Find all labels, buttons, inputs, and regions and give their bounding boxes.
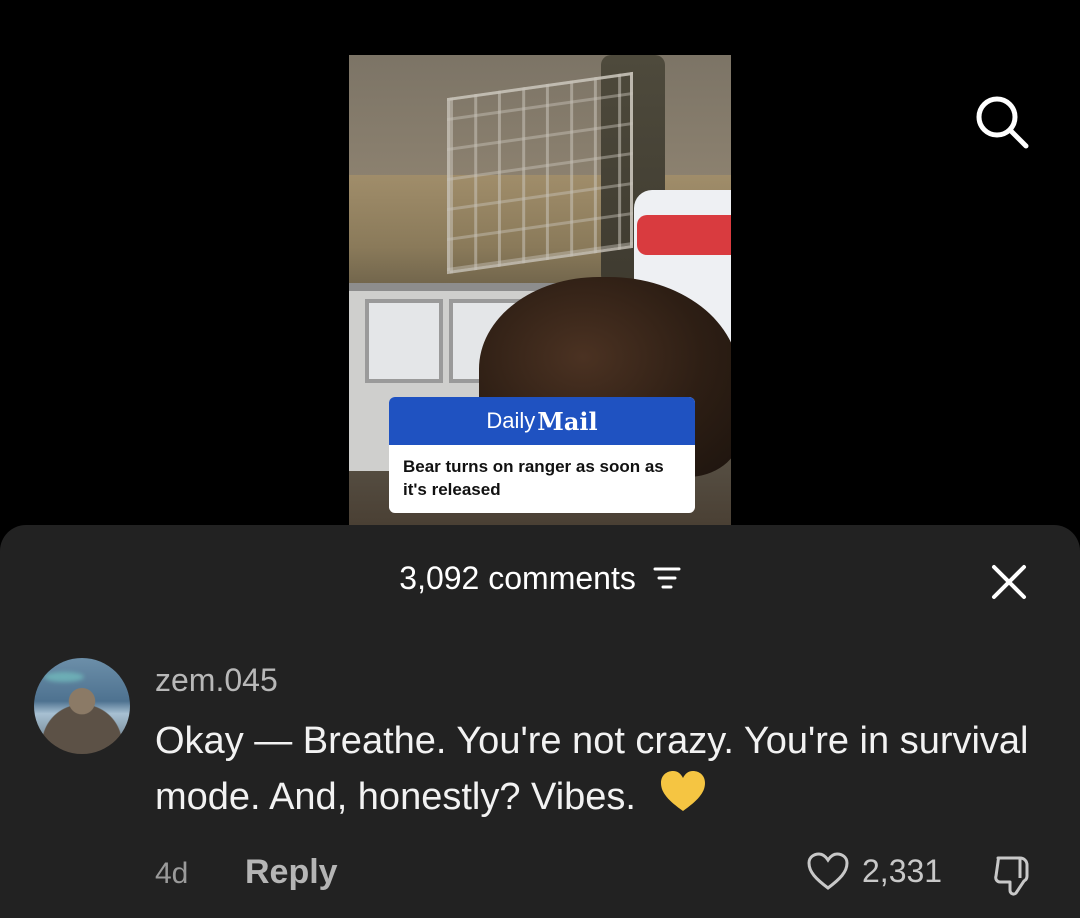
close-button[interactable] <box>990 563 1028 601</box>
cage-graphic <box>447 71 633 275</box>
brand-mail: Mail <box>537 406 598 436</box>
video-preview[interactable]: Daily Mail Bear turns on ranger as soon … <box>349 55 731 525</box>
daily-mail-brand: Daily Mail <box>389 397 695 445</box>
dislike-button[interactable] <box>990 852 1036 898</box>
comment-timestamp: 4d <box>155 857 189 890</box>
filter-icon <box>653 567 681 589</box>
reply-button[interactable]: Reply <box>245 853 338 892</box>
comments-header: 3,092 comments <box>0 560 1080 599</box>
news-caption-text: Bear turns on ranger as soon as it's rel… <box>403 457 664 499</box>
search-icon <box>976 96 1029 149</box>
like-button[interactable]: 2,331 <box>806 851 942 891</box>
brand-daily: Daily <box>486 408 536 433</box>
avatar[interactable] <box>34 658 130 754</box>
comment-text: Okay — Breathe. You're not crazy. You're… <box>155 720 1029 819</box>
close-icon <box>992 565 1026 599</box>
heart-outline-icon <box>807 852 849 890</box>
thumbs-down-icon <box>994 856 1029 896</box>
yellow-heart-emoji-icon <box>659 769 707 829</box>
comments-count: 3,092 comments <box>399 560 636 596</box>
truck-taillight <box>637 215 731 255</box>
comments-sheet: 3,092 comments zem.045 Okay — Breathe. Y… <box>0 525 1080 918</box>
fence-panel <box>365 299 443 383</box>
search-button[interactable] <box>972 92 1032 152</box>
comment-username[interactable]: zem.045 <box>155 662 278 699</box>
comment-text-block: Okay — Breathe. You're not crazy. You're… <box>155 713 1035 829</box>
news-caption-card: Daily Mail Bear turns on ranger as soon … <box>389 397 695 513</box>
like-count: 2,331 <box>862 852 943 889</box>
filter-button[interactable] <box>653 562 681 599</box>
